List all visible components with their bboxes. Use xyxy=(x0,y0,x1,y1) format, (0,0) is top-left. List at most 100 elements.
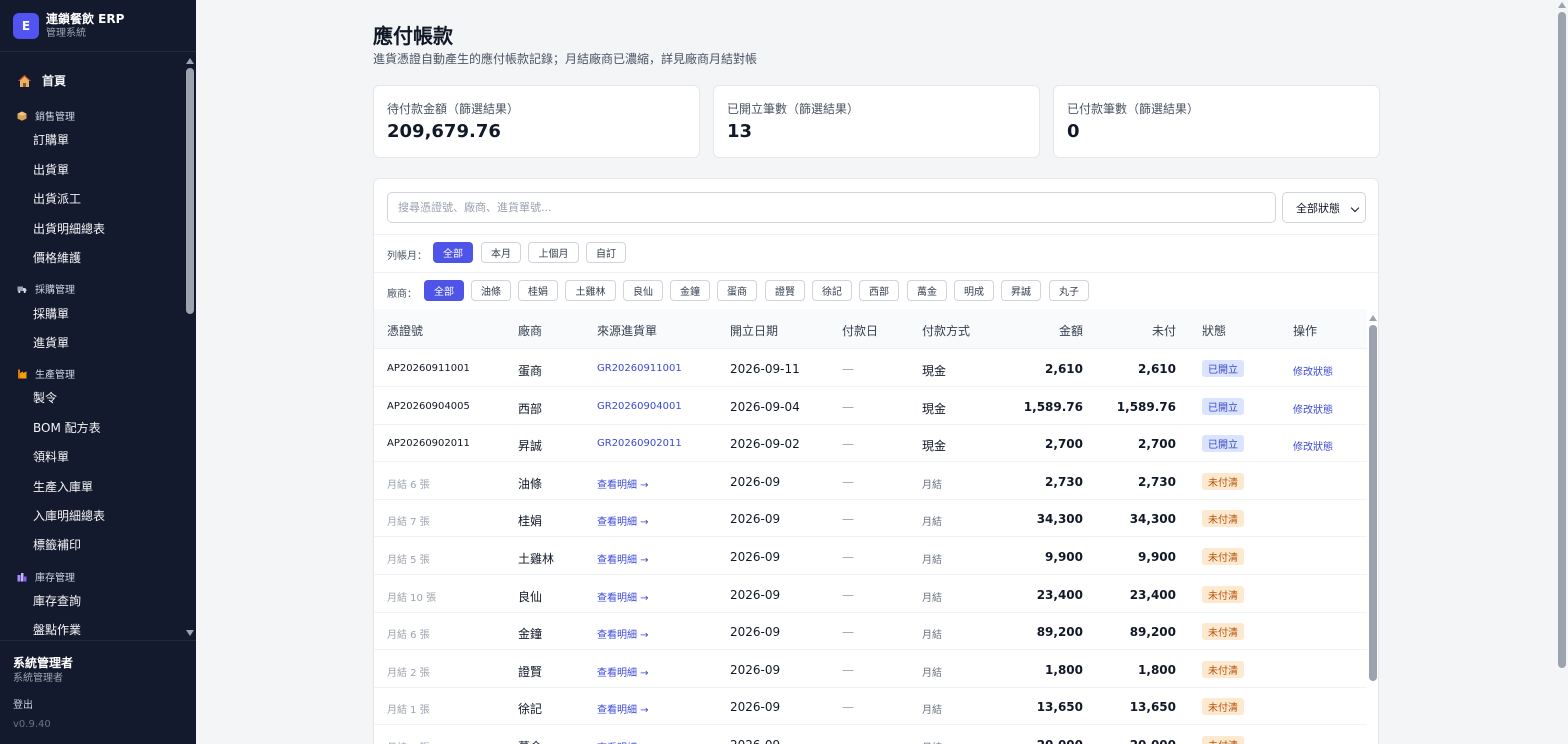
brand-header: E 連鎖餐飲 ERP 管理系統 xyxy=(0,0,196,52)
sidebar-group-purchasing[interactable]: 採購管理 xyxy=(17,281,75,296)
vendor-chip[interactable]: 良仙 xyxy=(623,280,663,301)
status-select[interactable]: 全部狀態 xyxy=(1282,192,1366,223)
home-icon xyxy=(18,74,31,87)
scrollbar-thumb[interactable] xyxy=(1369,325,1377,681)
vendor-chip[interactable]: 證賢 xyxy=(765,280,805,301)
amount-cell: 1,589.76 xyxy=(1023,399,1083,414)
logout-link[interactable]: 登出 xyxy=(13,696,33,711)
sidebar-item-shipment-detail[interactable]: 出貨明細總表 xyxy=(33,220,105,237)
edit-status-link[interactable]: 修改狀態 xyxy=(1293,401,1333,416)
method-cell: 現金 xyxy=(922,364,947,378)
table-row[interactable]: 月結 1 張 徐記 查看明細 → 2026-09 — 月結 13,650 13,650 未付清 xyxy=(374,688,1367,726)
scroll-up-icon[interactable] xyxy=(1369,315,1377,321)
vendor-chip[interactable]: 桂娟 xyxy=(518,280,558,301)
vendor-chip-all[interactable]: 全部 xyxy=(424,280,464,301)
page-scrollbar[interactable] xyxy=(1556,0,1568,744)
vendor-chip[interactable]: 西部 xyxy=(859,280,899,301)
column-header: 金額 xyxy=(1058,324,1083,338)
search-input[interactable] xyxy=(387,192,1276,223)
sidebar-item-label: 首頁 xyxy=(42,74,67,88)
sidebar-item-shipment[interactable]: 出貨單 xyxy=(33,161,69,178)
source-link[interactable]: 查看明細 → xyxy=(597,701,649,716)
source-link[interactable]: 查看明細 → xyxy=(597,551,649,566)
edit-status-link[interactable]: 修改狀態 xyxy=(1293,438,1333,453)
source-link[interactable]: 查看明細 → xyxy=(597,739,649,744)
scrollbar-thumb[interactable] xyxy=(186,68,194,314)
table-row[interactable]: AP20260911001 蛋商 GR20260911001 2026-09-11 — 現… xyxy=(374,350,1367,387)
source-link[interactable]: 查看明細 → xyxy=(597,664,649,679)
scrollbar-thumb[interactable] xyxy=(1558,12,1566,668)
vendor-chip[interactable]: 土雞林 xyxy=(565,280,616,301)
date-cell: 2026-09-04 xyxy=(730,399,800,414)
edit-status-link[interactable]: 修改狀態 xyxy=(1293,363,1333,378)
sidebar-item-price[interactable]: 價格維護 xyxy=(33,249,81,266)
table-row[interactable]: AP20260904005 西部 GR20260904001 2026-09-04 — 現… xyxy=(374,388,1367,425)
sidebar-item-purchase[interactable]: 採購單 xyxy=(33,305,69,322)
period-chip-this-month[interactable]: 本月 xyxy=(481,242,521,263)
vendor-chip[interactable]: 徐記 xyxy=(812,280,852,301)
vendor-chip[interactable]: 金鐘 xyxy=(670,280,710,301)
date-cell: 2026-09-11 xyxy=(730,362,800,376)
period-chip-custom[interactable]: 自訂 xyxy=(586,242,626,263)
table-row[interactable]: 月結 5 張 土雞林 查看明細 → 2026-09 — 月結 9,900 9,900 未付清 xyxy=(374,538,1367,575)
sidebar-item-stocktake[interactable]: 盤點作業 xyxy=(33,621,81,638)
source-link[interactable]: 查看明細 → xyxy=(597,476,649,491)
warehouse-icon xyxy=(17,572,27,581)
sidebar-item-label-reprint[interactable]: 標籤補印 xyxy=(33,536,81,553)
vendor-chip[interactable]: 昇誠 xyxy=(1001,280,1041,301)
source-link[interactable]: 查看明細 → xyxy=(597,589,649,604)
vendor-chip[interactable]: 萬金 xyxy=(907,280,947,301)
sidebar-item-receipt-detail[interactable]: 入庫明細總表 xyxy=(33,507,105,524)
source-link[interactable]: 查看明細 → xyxy=(597,626,649,641)
table-row[interactable]: 月結 10 張 良仙 查看明細 → 2026-09 — 月結 23,400 23,400 未付清 xyxy=(374,576,1367,613)
table-row[interactable]: 月結 6 張 金鐘 查看明細 → 2026-09 — 月結 89,200 89,200 未付清 xyxy=(374,613,1367,651)
status-badge: 未付清 xyxy=(1202,472,1244,490)
scroll-up-icon[interactable] xyxy=(1558,2,1566,8)
period-chip-last-month[interactable]: 上個月 xyxy=(528,242,579,263)
stat-label: 已付款筆數（篩選結果） xyxy=(1067,102,1200,116)
method-cell: 月結 xyxy=(922,517,942,529)
period-chip-all[interactable]: 全部 xyxy=(433,242,473,263)
vendor-cell: 土雞林 xyxy=(518,552,555,566)
table-row[interactable]: AP20260902011 昇誠 GR20260902011 2026-09-02 — 現… xyxy=(374,425,1367,463)
sidebar-item-stock-query[interactable]: 庫存查詢 xyxy=(33,592,81,609)
source-link[interactable]: 查看明細 → xyxy=(597,513,649,528)
table-scrollbar[interactable] xyxy=(1367,313,1378,744)
sidebar-scrollbar[interactable] xyxy=(184,56,196,638)
sidebar-item-bom[interactable]: BOM 配方表 xyxy=(33,419,101,436)
voucher-cell: 月結 6 張 xyxy=(387,479,430,491)
unpaid-cell: 34,300 xyxy=(1129,512,1176,527)
amount-cell: 13,650 xyxy=(1036,700,1083,715)
sidebar-item-dispatch[interactable]: 出貨派工 xyxy=(33,190,81,207)
paid-date-cell: — xyxy=(842,474,854,489)
sidebar-group-inventory[interactable]: 庫存管理 xyxy=(17,569,75,584)
stat-value: 0 xyxy=(1067,121,1080,142)
vendor-chip[interactable]: 蛋商 xyxy=(717,280,757,301)
source-link[interactable]: GR20260911001 xyxy=(597,363,682,374)
sidebar-item-purchase-order[interactable]: 訂購單 xyxy=(33,131,69,148)
sidebar-item-material-issue[interactable]: 領料單 xyxy=(33,448,69,465)
vendor-chip[interactable]: 油條 xyxy=(471,280,511,301)
sidebar-group-sales[interactable]: 銷售管理 xyxy=(17,108,75,123)
source-link[interactable]: GR20260902011 xyxy=(597,438,682,449)
method-cell: 現金 xyxy=(922,401,947,416)
scroll-up-icon[interactable] xyxy=(186,58,194,64)
sidebar-item-home[interactable]: 首頁 xyxy=(17,72,66,89)
payables-panel: 全部狀態 列帳月： 全部 本月 上個月 自訂 廠商： 全部 油條 桂娟 土雞林 … xyxy=(373,178,1379,744)
amount-cell: 9,900 xyxy=(1045,550,1083,564)
table-row[interactable]: 月結 2 張 證賢 查看明細 → 2026-09 — 月結 1,800 1,800 未付清 xyxy=(374,651,1367,688)
date-cell: 2026-09-02 xyxy=(730,437,800,452)
table-row[interactable]: 月結 6 張 油條 查看明細 → 2026-09 — 月結 2,730 2,730 未付清 xyxy=(374,463,1367,500)
sidebar-item-production-receipt[interactable]: 生產入庫單 xyxy=(33,478,93,495)
sidebar-item-work-order[interactable]: 製令 xyxy=(33,389,57,406)
amount-cell: 20,000 xyxy=(993,738,1083,744)
vendor-chip[interactable]: 明成 xyxy=(954,280,994,301)
vendor-chip[interactable]: 丸子 xyxy=(1049,280,1089,301)
sidebar-group-production[interactable]: 生產管理 xyxy=(17,366,75,381)
sidebar-item-receiving[interactable]: 進貨單 xyxy=(33,334,69,351)
table-row[interactable]: 月結 1 張 萬金 查看明細 → 2026-09 — 月結 20,00020,000 未付清 xyxy=(374,726,1367,744)
table-row[interactable]: 月結 7 張 桂娟 查看明細 → 2026-09 — 月結 34,300 34,300 未付清 xyxy=(374,500,1367,538)
brand-name: 連鎖餐飲 ERP xyxy=(46,11,125,26)
scroll-down-icon[interactable] xyxy=(186,630,194,636)
source-link[interactable]: GR20260904001 xyxy=(597,401,682,412)
